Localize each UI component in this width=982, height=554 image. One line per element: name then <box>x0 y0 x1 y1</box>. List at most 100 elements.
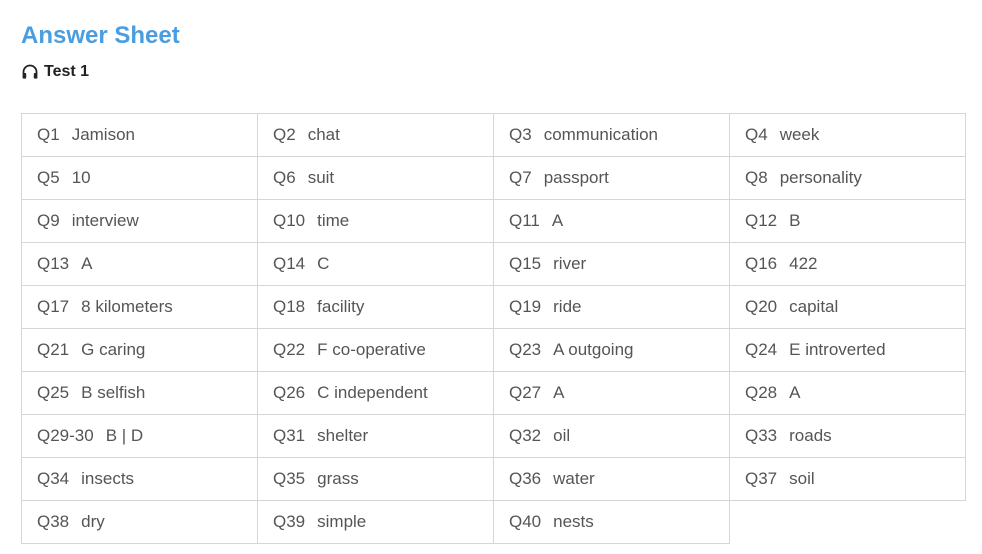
answer-cell: Q23 A outgoing <box>493 328 730 372</box>
answer-cell: Q21 G caring <box>21 328 258 372</box>
answer-cell: Q35 grass <box>257 457 494 501</box>
answer-value: personality <box>779 168 862 187</box>
answer-value: shelter <box>317 426 369 445</box>
answer-value: grass <box>317 469 359 488</box>
question-number: Q1 <box>37 125 60 144</box>
answer-value: oil <box>553 426 571 445</box>
answer-value: facility <box>317 297 365 316</box>
answer-value: week <box>779 125 820 144</box>
answer-value: Jamison <box>71 125 135 144</box>
answer-cell: Q31 shelter <box>257 414 494 458</box>
question-number: Q20 <box>745 297 778 316</box>
answer-value: 10 <box>71 168 91 187</box>
answer-row: Q29-30 B | D Q31 shelter Q32 oil Q33 roads <box>21 414 966 458</box>
answer-cell: Q39 simple <box>257 500 494 544</box>
answer-cell: Q4 week <box>729 113 966 157</box>
question-number: Q8 <box>745 168 768 187</box>
answer-value: dry <box>81 512 105 531</box>
question-number: Q16 <box>745 254 778 273</box>
question-number: Q11 <box>509 211 540 230</box>
answer-cell: Q34 insects <box>21 457 258 501</box>
answer-row: Q5 10 Q6 suit Q7 passport Q8 personality <box>21 156 966 200</box>
question-number: Q10 <box>273 211 306 230</box>
answer-cell: Q13 A <box>21 242 258 286</box>
question-number: Q18 <box>273 297 306 316</box>
answer-cell: Q3 communication <box>493 113 730 157</box>
answer-value: A outgoing <box>553 340 634 359</box>
question-number: Q13 <box>37 254 70 273</box>
answer-cell: Q2 chat <box>257 113 494 157</box>
question-number: Q38 <box>37 512 70 531</box>
answer-value: E introverted <box>789 340 886 359</box>
headphones-icon <box>21 63 39 81</box>
answer-row: Q9 interview Q10 time Q11 A Q12 B <box>21 199 966 243</box>
answer-cell: Q15 river <box>493 242 730 286</box>
answer-row: Q13 A Q14 C Q15 river Q16 422 <box>21 242 966 286</box>
question-number: Q31 <box>273 426 306 445</box>
answer-cell: Q7 passport <box>493 156 730 200</box>
question-number: Q12 <box>745 211 778 230</box>
question-number: Q6 <box>273 168 296 187</box>
answer-cell: Q40 nests <box>493 500 730 544</box>
answer-row: Q17 8 kilometers Q18 facility Q19 ride Q20 capi… <box>21 285 966 329</box>
answer-cell: Q6 suit <box>257 156 494 200</box>
answer-value: C independent <box>317 383 428 402</box>
question-number: Q23 <box>509 340 542 359</box>
answer-row: Q34 insects Q35 grass Q36 water Q37 soil <box>21 457 966 501</box>
answer-cell: Q5 10 <box>21 156 258 200</box>
question-number: Q25 <box>37 383 70 402</box>
answer-row: Q21 G caring Q22 F co-operative Q23 A outgoin… <box>21 328 966 372</box>
answer-cell: Q18 facility <box>257 285 494 329</box>
answer-cell: Q10 time <box>257 199 494 243</box>
answer-cell: Q22 F co-operative <box>257 328 494 372</box>
empty-cell <box>730 501 966 544</box>
question-number: Q22 <box>273 340 306 359</box>
answer-value: A <box>789 383 801 402</box>
answer-value: B | D <box>105 426 144 445</box>
answer-cell: Q33 roads <box>729 414 966 458</box>
answer-value: 8 kilometers <box>81 297 173 316</box>
answer-value: simple <box>317 512 367 531</box>
answer-value: B <box>789 211 801 230</box>
answer-cell: Q8 personality <box>729 156 966 200</box>
answer-row: Q1 Jamison Q2 chat Q3 communication Q4 week <box>21 113 966 157</box>
answer-cell: Q17 8 kilometers <box>21 285 258 329</box>
answer-cell: Q11 A <box>493 199 730 243</box>
answer-value: C <box>317 254 330 273</box>
answer-value: chat <box>307 125 340 144</box>
answer-value: F co-operative <box>317 340 426 359</box>
answer-cell: Q9 interview <box>21 199 258 243</box>
answer-value: roads <box>789 426 832 445</box>
answer-cell: Q27 A <box>493 371 730 415</box>
answer-value: communication <box>543 125 659 144</box>
question-number: Q21 <box>37 340 70 359</box>
question-number: Q37 <box>745 469 778 488</box>
answer-cell: Q29-30 B | D <box>21 414 258 458</box>
answer-value: interview <box>71 211 139 230</box>
question-number: Q32 <box>509 426 542 445</box>
answer-value: ride <box>553 297 582 316</box>
answer-cell: Q1 Jamison <box>21 113 258 157</box>
question-number: Q40 <box>509 512 542 531</box>
question-number: Q26 <box>273 383 306 402</box>
question-number: Q36 <box>509 469 542 488</box>
question-number: Q3 <box>509 125 532 144</box>
answer-cell: Q36 water <box>493 457 730 501</box>
answer-value: capital <box>789 297 839 316</box>
answer-cell: Q32 oil <box>493 414 730 458</box>
answer-cell: Q28 A <box>729 371 966 415</box>
answer-value: suit <box>307 168 335 187</box>
question-number: Q4 <box>745 125 768 144</box>
answer-cell: Q24 E introverted <box>729 328 966 372</box>
answer-cell: Q26 C independent <box>257 371 494 415</box>
answer-value: A <box>551 211 564 230</box>
answer-value: insects <box>81 469 135 488</box>
question-number: Q19 <box>509 297 542 316</box>
answer-value: soil <box>789 469 815 488</box>
answer-value: 422 <box>789 254 818 273</box>
page-title: Answer Sheet <box>21 22 180 49</box>
answer-value: passport <box>543 168 609 187</box>
answer-value: river <box>553 254 587 273</box>
answer-value: time <box>317 211 350 230</box>
answer-cell: Q12 B <box>729 199 966 243</box>
